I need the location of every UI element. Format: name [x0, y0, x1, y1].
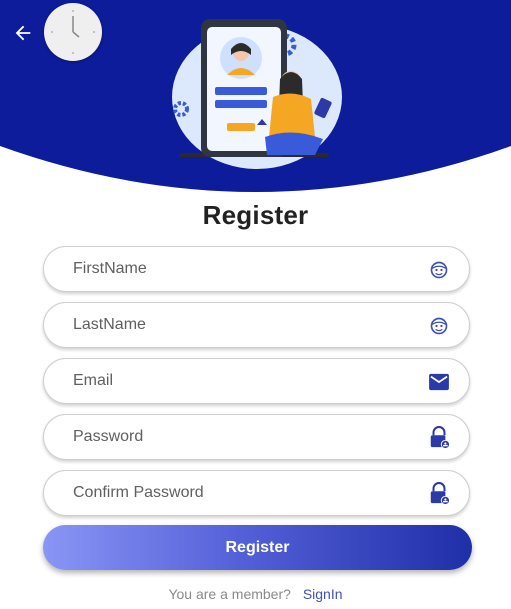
face-icon: [428, 259, 450, 281]
register-button[interactable]: Register: [43, 525, 472, 570]
signin-prompt: You are a member? SignIn: [0, 586, 511, 602]
registration-illustration: [172, 19, 342, 169]
password-input[interactable]: [73, 415, 403, 459]
last-name-field[interactable]: [43, 302, 470, 348]
confirm-password-field[interactable]: [43, 470, 470, 516]
first-name-field[interactable]: [43, 246, 470, 292]
arrow-left-icon: [15, 25, 31, 41]
mail-icon: [428, 371, 450, 393]
signin-link[interactable]: SignIn: [303, 586, 343, 602]
password-field[interactable]: [43, 414, 470, 460]
first-name-input[interactable]: [73, 247, 403, 291]
lock-icon: [428, 426, 450, 449]
email-input[interactable]: [73, 359, 403, 403]
confirm-password-input[interactable]: [73, 471, 403, 515]
member-prompt-text: You are a member?: [168, 586, 291, 602]
back-button[interactable]: [8, 18, 38, 48]
face-icon: [428, 315, 450, 337]
page-title: Register: [202, 200, 309, 230]
lock-icon: [428, 482, 450, 505]
clock-icon: [44, 3, 102, 61]
header: [0, 0, 511, 195]
last-name-input[interactable]: [73, 303, 403, 347]
email-field[interactable]: [43, 358, 470, 404]
